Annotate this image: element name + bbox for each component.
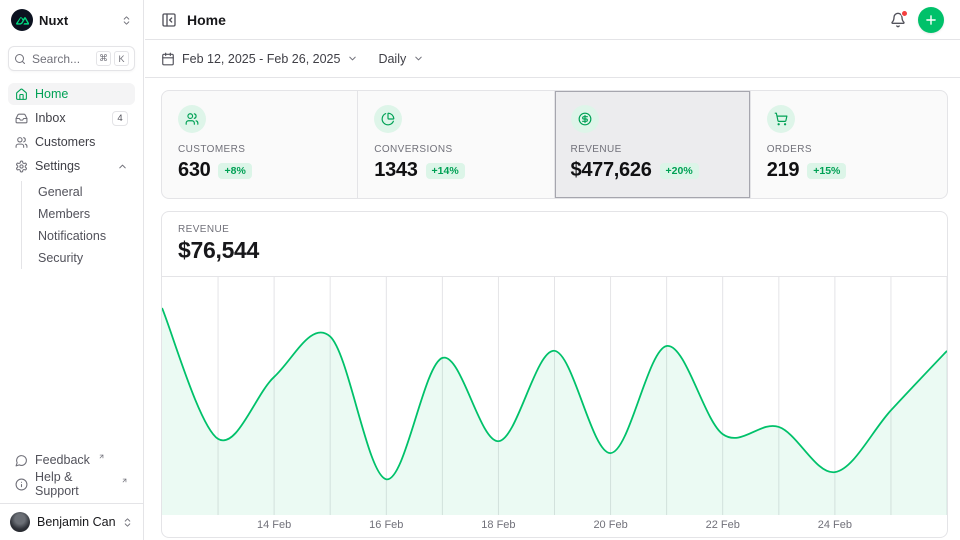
search-shortcut: ⌘ K [96,51,129,66]
stat-delta-badge: +15% [807,163,846,179]
stat-card-orders[interactable]: Orders 219 +15% [751,91,947,198]
stat-value: 1343 [374,159,417,182]
header-actions [890,7,944,33]
user-name: Benjamin Canac [37,515,115,529]
stat-card-customers[interactable]: Customers 630 +8% [162,91,358,198]
sidebar-spacer [8,269,135,449]
x-tick-label: 24 Feb [818,519,852,531]
chevron-up-icon [117,161,128,172]
calendar-icon [161,52,175,66]
chart-x-axis: 14 Feb 16 Feb 18 Feb 20 Feb 22 Feb 24 Feb [162,515,947,537]
kbd-k: K [114,51,129,66]
users-icon [15,136,28,149]
stat-label: Revenue [571,144,734,155]
date-range-label: Feb 12, 2025 - Feb 26, 2025 [182,52,340,66]
chevron-down-icon [347,53,358,64]
chevrons-up-down-icon [121,15,132,26]
stat-delta-badge: +14% [426,163,465,179]
stat-value: $477,626 [571,159,652,182]
inbox-icon [15,112,28,125]
plus-icon [924,13,938,27]
stat-value: 219 [767,159,799,182]
user-menu[interactable]: Benjamin Canac [0,503,143,540]
sidebar-item-label: Home [35,87,68,101]
chart-header: Revenue $76,544 [162,212,947,277]
chevron-down-icon [413,53,424,64]
inbox-count-badge: 4 [112,111,128,126]
x-tick-label: 20 Feb [593,519,627,531]
sidebar-footer-links: Feedback Help & Support [8,449,135,503]
gear-icon [15,160,28,173]
feedback-label: Feedback [35,453,90,467]
stat-card-conversions[interactable]: Conversions 1343 +14% [358,91,554,198]
help-support-link[interactable]: Help & Support [8,473,135,495]
date-range-picker[interactable]: Feb 12, 2025 - Feb 26, 2025 [161,52,358,66]
workspace-name: Nuxt [39,13,68,28]
info-icon [15,478,28,491]
sidebar-nav: Home Inbox 4 Customers Settings Genera [8,83,135,269]
sidebar-item-security[interactable]: Security [38,247,135,269]
sidebar-item-home[interactable]: Home [8,83,135,105]
sidebar-item-customers[interactable]: Customers [8,131,135,153]
stat-delta-badge: +20% [660,163,699,179]
chart-metric-label: Revenue [178,224,931,235]
stats-row: Customers 630 +8% Conversions 1343 +14% [161,90,948,199]
panel-left-close-icon [161,12,177,28]
sidebar-item-general[interactable]: General [38,181,135,203]
collapse-sidebar-button[interactable] [161,12,177,28]
sidebar-item-label: Customers [35,135,95,149]
stat-label: Customers [178,144,341,155]
chart-metric-value: $76,544 [178,237,931,264]
period-select[interactable]: Daily [378,52,424,66]
page-header: Home [145,0,960,40]
x-tick-label: 18 Feb [481,519,515,531]
sidebar-item-label: Settings [35,159,80,173]
add-button[interactable] [918,7,944,33]
cart-icon [767,105,795,133]
feedback-link[interactable]: Feedback [8,449,135,471]
search-placeholder: Search... [32,52,80,66]
x-tick-label: 16 Feb [369,519,403,531]
page-title: Home [187,12,226,28]
stat-value: 630 [178,159,210,182]
stat-card-revenue[interactable]: Revenue $477,626 +20% [555,91,751,198]
revenue-chart-svg [162,277,947,515]
chart-pie-icon [374,105,402,133]
revenue-chart-card: Revenue $76,544 14 Feb 16 Feb 18 Feb 20 Feb… [161,211,948,538]
stat-delta-badge: +8% [218,163,251,179]
avatar [10,512,30,532]
x-tick-label: 22 Feb [706,519,740,531]
dashboard-content: Customers 630 +8% Conversions 1343 +14% [145,78,960,540]
sidebar-item-inbox[interactable]: Inbox 4 [8,107,135,129]
settings-sub-list: General Members Notifications Security [21,181,135,269]
stat-label: Orders [767,144,931,155]
users-icon [178,105,206,133]
house-icon [15,88,28,101]
message-circle-icon [15,454,28,467]
filter-toolbar: Feb 12, 2025 - Feb 26, 2025 Daily [145,40,960,78]
sidebar-item-notifications[interactable]: Notifications [38,225,135,247]
dollar-circle-icon [571,105,599,133]
sidebar-item-label: Inbox [35,111,66,125]
workspace-switcher[interactable]: Nuxt [8,8,135,32]
x-tick-label: 14 Feb [257,519,291,531]
nuxt-logo-icon [11,9,33,31]
revenue-area-chart[interactable] [162,277,947,515]
sidebar-item-settings[interactable]: Settings [8,155,135,177]
stat-label: Conversions [374,144,537,155]
sidebar: Nuxt Search... ⌘ K Home Inbox 4 [0,0,144,540]
notification-dot [901,10,908,17]
main-panel: Home Feb 12, 2025 - Feb 26, 2025 [145,0,960,540]
search-input[interactable]: Search... ⌘ K [8,46,135,71]
chevrons-up-down-icon [122,517,133,528]
notifications-button[interactable] [890,12,906,28]
period-label: Daily [378,52,406,66]
sidebar-item-members[interactable]: Members [38,203,135,225]
arrow-up-right-icon [121,477,128,484]
search-icon [14,53,26,65]
arrow-up-right-icon [98,453,105,460]
kbd-cmd: ⌘ [96,51,111,66]
help-support-label: Help & Support [35,470,113,498]
